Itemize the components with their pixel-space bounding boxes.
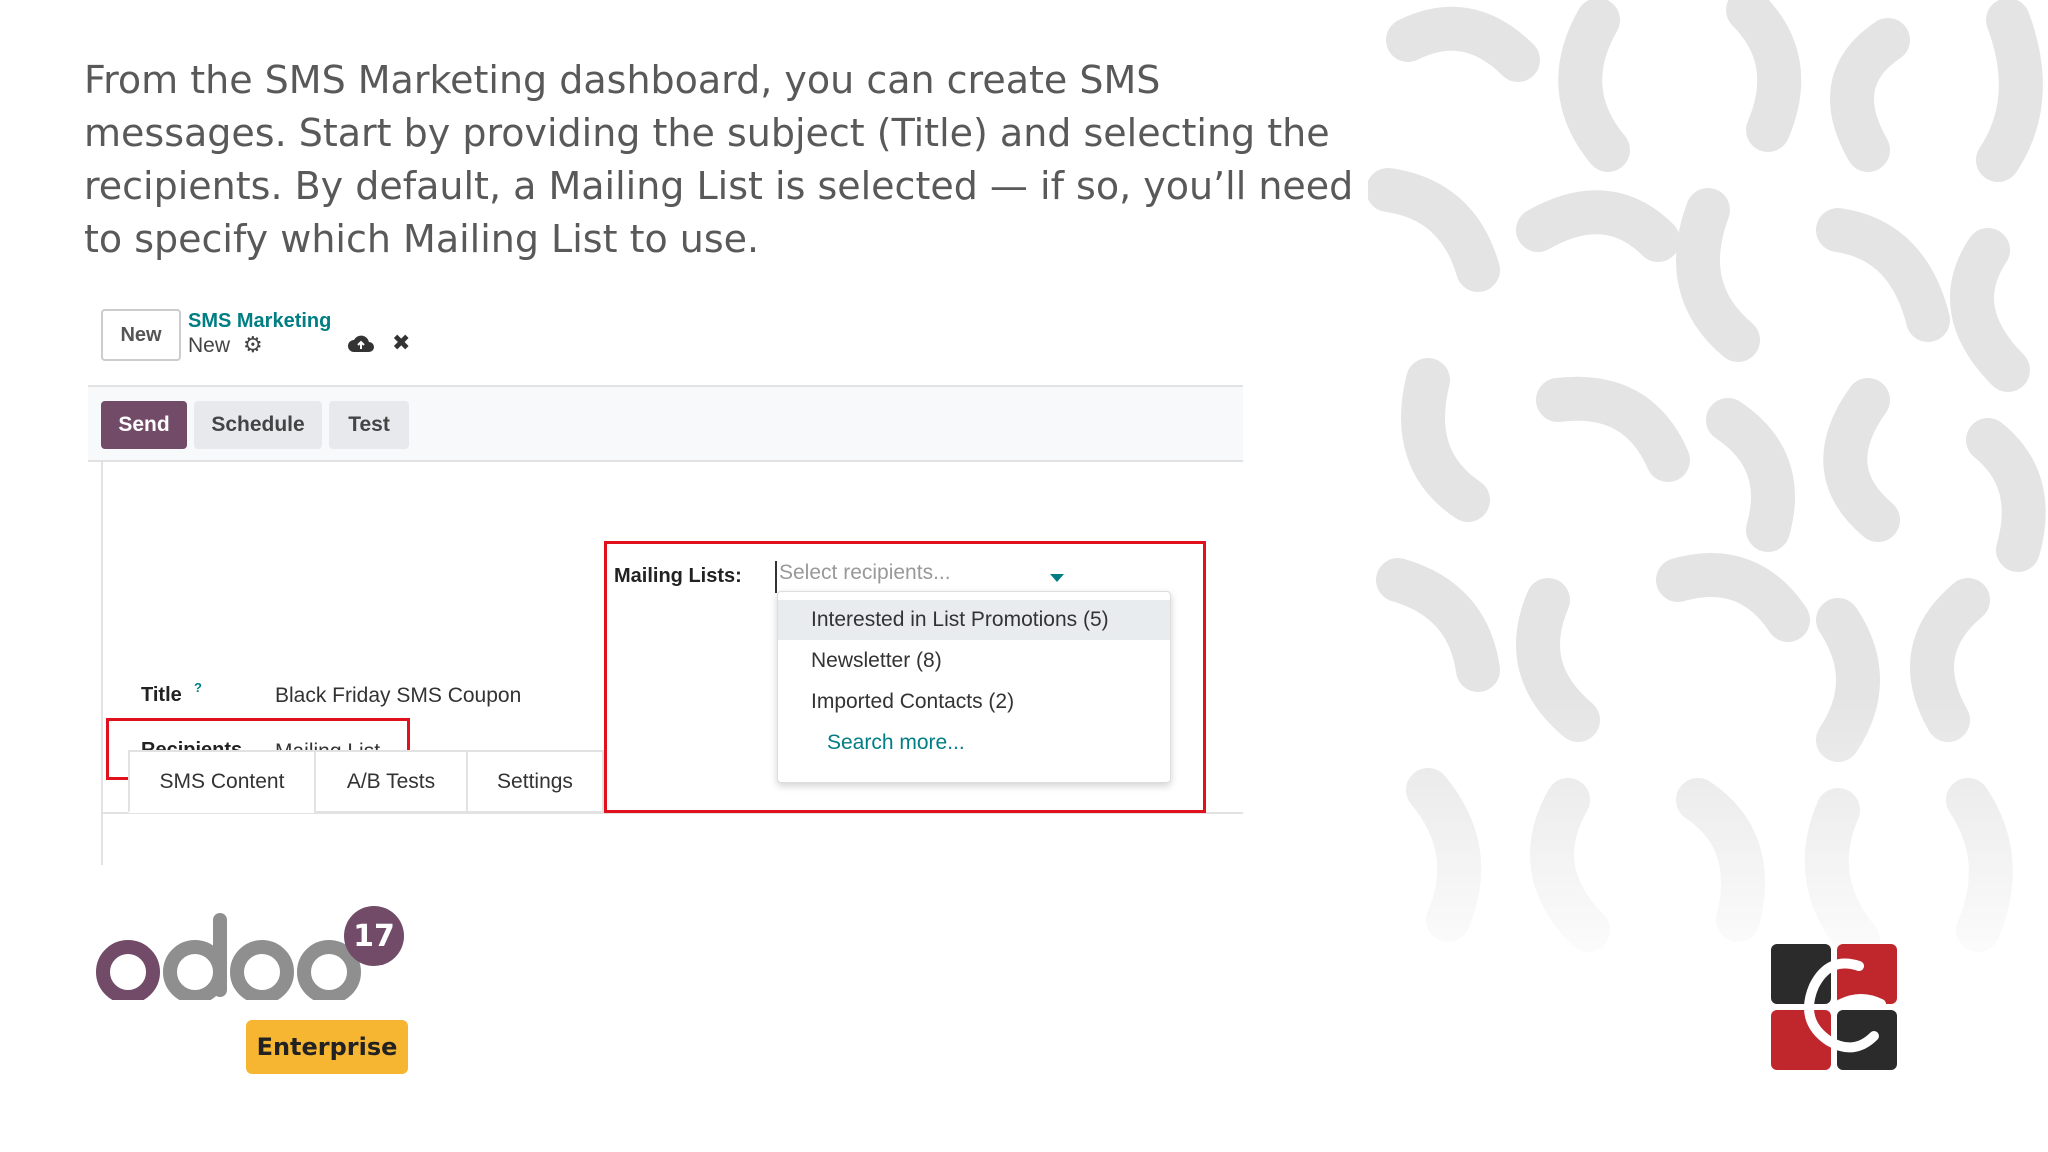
test-button[interactable]: Test bbox=[329, 401, 409, 449]
dropdown-caret-icon[interactable] bbox=[1050, 574, 1064, 582]
gear-icon[interactable]: ⚙ bbox=[243, 332, 263, 358]
dropdown-option[interactable]: Imported Contacts (2) bbox=[778, 682, 1170, 722]
send-button[interactable]: Send bbox=[101, 401, 187, 449]
breadcrumb-app-link[interactable]: SMS Marketing bbox=[188, 310, 331, 333]
tab-settings[interactable]: Settings bbox=[466, 750, 604, 813]
background-pattern bbox=[1368, 0, 2048, 1152]
dropdown-option[interactable]: Interested in List Promotions (5) bbox=[778, 600, 1170, 640]
search-more-link[interactable]: Search more... bbox=[778, 723, 1170, 763]
mailing-lists-input[interactable]: Select recipients... bbox=[775, 561, 1070, 593]
close-icon[interactable]: ✖ bbox=[392, 330, 410, 356]
dropdown-option[interactable]: Newsletter (8) bbox=[778, 641, 1170, 681]
breadcrumb-record: New bbox=[188, 334, 231, 357]
intro-paragraph: From the SMS Marketing dashboard, you ca… bbox=[84, 58, 1354, 261]
title-input[interactable]: Black Friday SMS Coupon bbox=[275, 684, 521, 708]
status-bar: Send Schedule Test bbox=[88, 385, 1243, 462]
new-button[interactable]: New bbox=[101, 309, 181, 361]
mailing-lists-label: Mailing Lists: bbox=[614, 565, 742, 587]
tab-ab-tests[interactable]: A/B Tests bbox=[314, 750, 468, 813]
mailing-lists-dropdown: Interested in List Promotions (5) Newsle… bbox=[777, 591, 1171, 783]
schedule-button[interactable]: Schedule bbox=[194, 401, 322, 449]
title-label: Title bbox=[141, 684, 182, 706]
enterprise-badge: Enterprise bbox=[246, 1020, 408, 1074]
company-logo bbox=[1771, 944, 1897, 1070]
cloud-upload-icon[interactable] bbox=[348, 334, 374, 354]
title-help-icon[interactable]: ? bbox=[194, 680, 202, 695]
version-badge: 17 bbox=[344, 906, 404, 966]
tab-sms-content[interactable]: SMS Content bbox=[128, 750, 316, 813]
